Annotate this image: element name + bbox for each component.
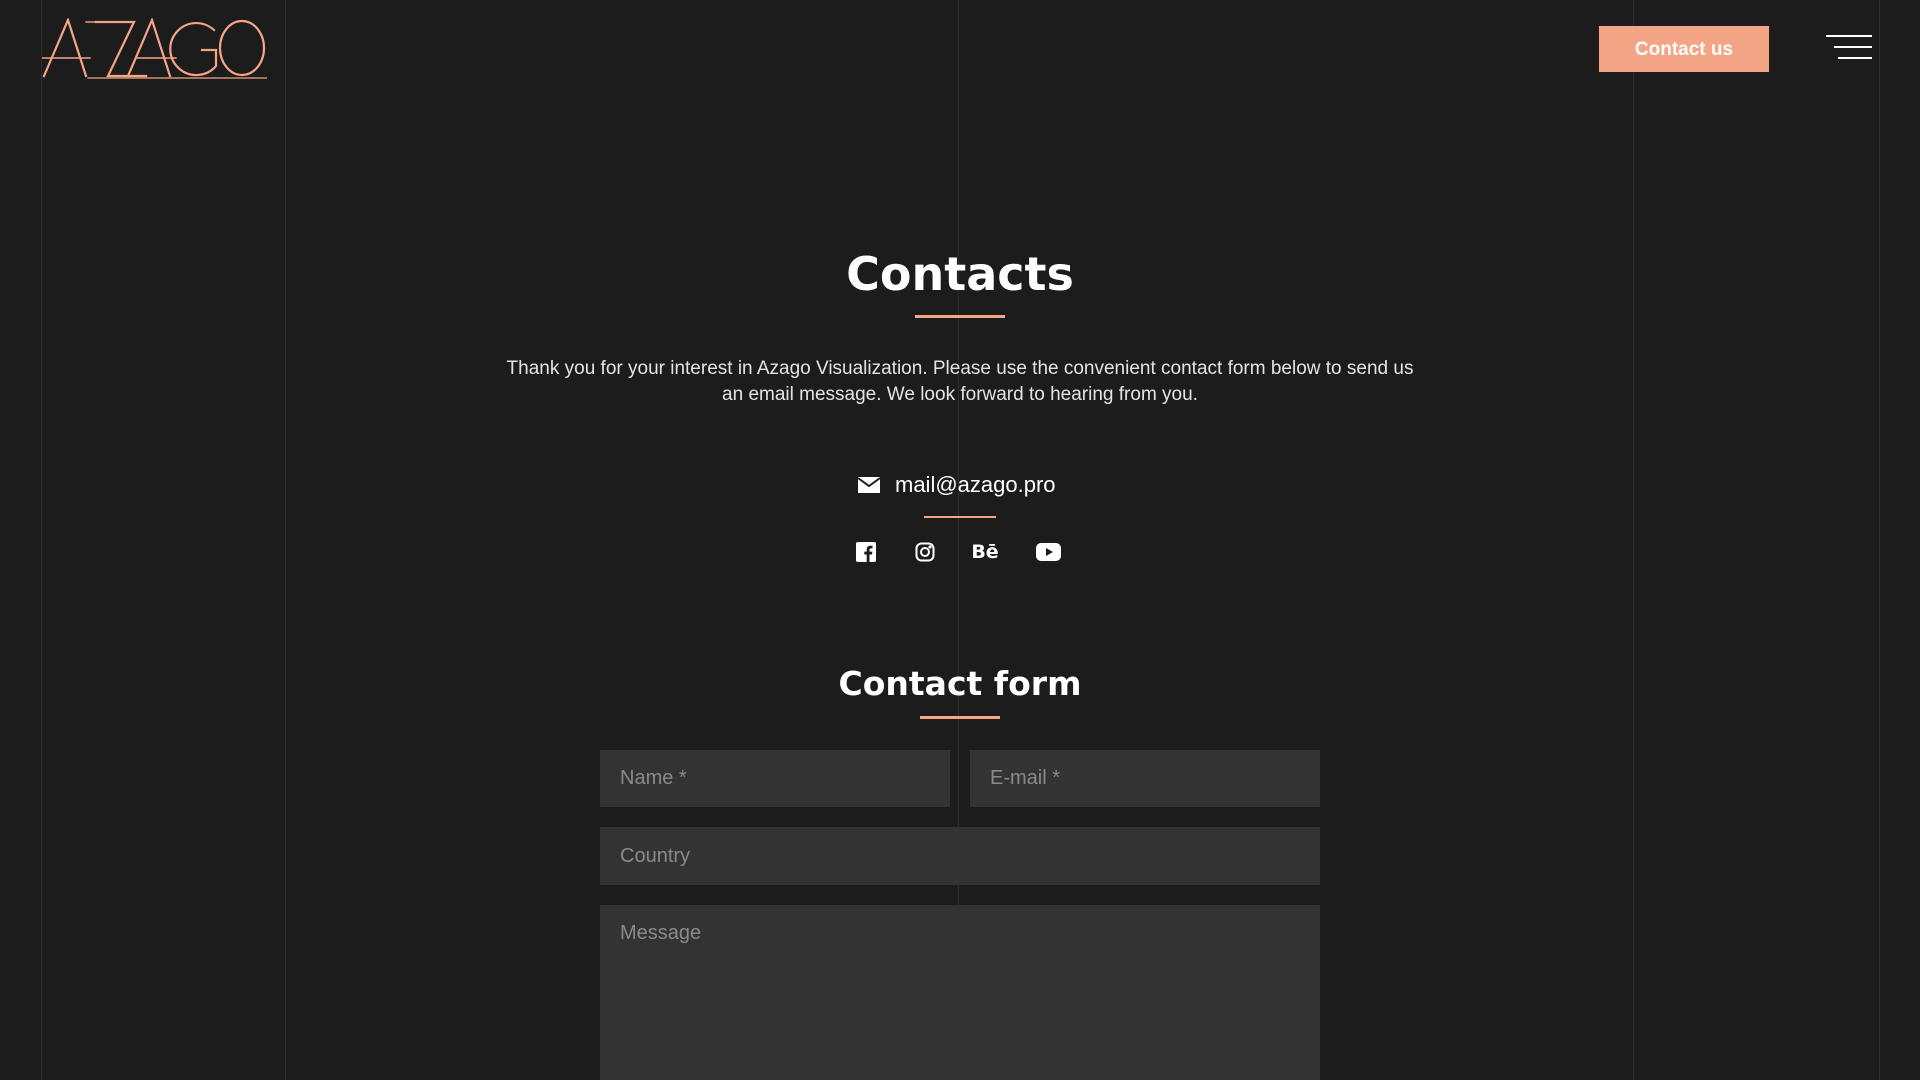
guide-line	[958, 0, 959, 905]
name-input[interactable]	[600, 750, 950, 807]
form-title-underline	[920, 716, 1000, 719]
page-title: Contacts	[846, 247, 1074, 301]
social-links: Bē	[852, 537, 1063, 567]
guide-line	[1633, 0, 1634, 1080]
contact-us-button[interactable]: Contact us	[1599, 26, 1769, 72]
azago-logo[interactable]	[42, 18, 267, 80]
email-link[interactable]: mail@azago.pro	[857, 470, 1056, 500]
title-underline	[915, 315, 1005, 318]
guide-line	[285, 0, 286, 1080]
youtube-icon[interactable]	[1033, 537, 1063, 567]
intro-text: Thank you for your interest in Azago Vis…	[506, 358, 1414, 405]
email-address: mail@azago.pro	[895, 472, 1056, 497]
country-input[interactable]	[600, 827, 1320, 885]
guide-line	[41, 0, 42, 1080]
facebook-icon[interactable]	[852, 537, 880, 567]
contacts-page: Contact us Contacts Thank you for your i…	[0, 0, 1920, 1080]
message-textarea[interactable]	[600, 905, 1320, 1080]
email-input[interactable]	[970, 750, 1320, 807]
hamburger-menu-icon[interactable]	[1826, 33, 1872, 61]
instagram-icon[interactable]	[911, 537, 939, 567]
guide-line	[1879, 0, 1880, 1080]
email-underline	[924, 516, 996, 518]
form-title: Contact form	[838, 664, 1082, 703]
envelope-icon	[857, 475, 881, 495]
behance-icon[interactable]: Bē	[970, 537, 1000, 567]
